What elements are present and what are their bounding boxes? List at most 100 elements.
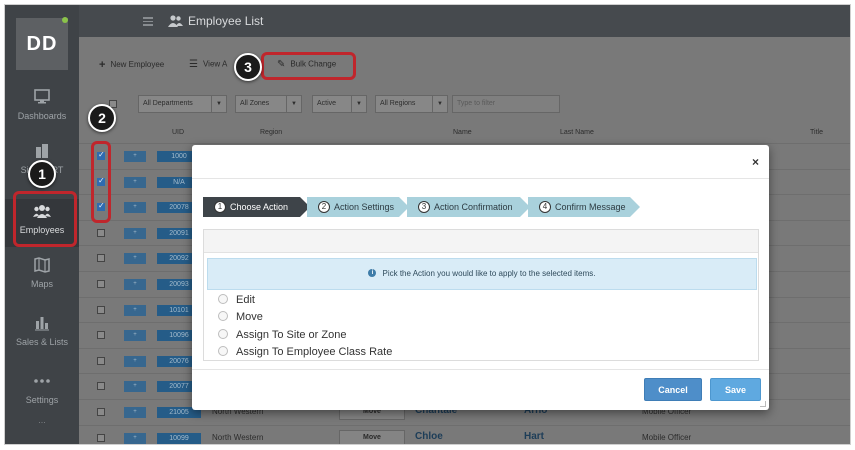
sidebar-item-sales-lists[interactable]: Sales & Lists bbox=[5, 315, 79, 363]
step-label: Choose Action bbox=[230, 202, 289, 212]
title-cell: Mobile Officer bbox=[642, 432, 692, 442]
info-icon: i bbox=[368, 268, 377, 277]
new-employee-label: New Employee bbox=[110, 60, 165, 70]
step-number: 4 bbox=[539, 200, 551, 213]
dialog-divider bbox=[192, 178, 769, 179]
action-panel: i Pick the Action you would like to apply… bbox=[203, 229, 759, 361]
row-checkbox[interactable] bbox=[97, 433, 105, 442]
region-cell: North Western bbox=[212, 432, 264, 442]
avatar[interactable]: DD bbox=[16, 18, 68, 70]
sidebar-item-maps[interactable]: Maps bbox=[5, 257, 79, 305]
bulk-change-dialog: × 1 Choose Action 2 Action Settings 3 Actio… bbox=[192, 145, 769, 410]
plus-icon: + bbox=[99, 59, 106, 71]
status-filter-value: Active bbox=[317, 100, 337, 107]
sidebar-item-label: Dashboards bbox=[17, 111, 67, 121]
new-employee-button[interactable]: + New Employee bbox=[99, 59, 164, 71]
chevron-down-icon: ▼ bbox=[286, 96, 301, 112]
zones-filter[interactable]: All Zones ▼ bbox=[235, 95, 302, 113]
departments-filter-value: All Departments bbox=[143, 100, 193, 107]
dialog-footer-divider bbox=[192, 369, 769, 370]
option-label: Edit bbox=[236, 294, 255, 306]
step-confirm-message[interactable]: 4 Confirm Message bbox=[528, 197, 640, 217]
filter-input[interactable]: Type to filter bbox=[452, 95, 560, 113]
move-button[interactable]: Move bbox=[339, 429, 405, 444]
expand-row-button[interactable]: + bbox=[124, 432, 146, 444]
row-checkbox[interactable] bbox=[97, 305, 105, 314]
last-name-link[interactable]: Hart bbox=[524, 431, 544, 442]
expand-row-button[interactable]: + bbox=[124, 176, 146, 188]
radio-button[interactable] bbox=[218, 311, 228, 322]
sidebar-item-label: Maps bbox=[30, 279, 53, 289]
step-number: 1 bbox=[214, 200, 226, 213]
row-checkbox[interactable] bbox=[97, 356, 105, 365]
expand-row-button[interactable]: + bbox=[124, 279, 146, 290]
list-icon: ☰ bbox=[189, 59, 198, 70]
step-label: Action Settings bbox=[334, 202, 395, 212]
step-action-confirmation[interactable]: 3 Action Confirmation bbox=[407, 197, 530, 217]
callout-highlight-checkboxes bbox=[91, 141, 111, 223]
column-header-name[interactable]: Name bbox=[453, 129, 472, 136]
users-icon bbox=[168, 15, 183, 27]
option-label: Assign To Site or Zone bbox=[236, 329, 347, 341]
action-option-assign-site-zone[interactable]: Assign To Site or Zone bbox=[218, 329, 346, 343]
callout-badge-3: 3 bbox=[234, 53, 262, 81]
expand-row-button[interactable]: + bbox=[124, 381, 146, 393]
radio-button[interactable] bbox=[218, 346, 228, 357]
column-header-last-name[interactable]: Last Name bbox=[560, 129, 594, 136]
page-title: Employee List bbox=[188, 14, 264, 28]
step-choose-action[interactable]: 1 Choose Action bbox=[203, 197, 310, 217]
sidebar-item-settings[interactable]: Settings bbox=[5, 373, 79, 421]
column-header-uid[interactable]: UID bbox=[172, 129, 184, 136]
sidebar-item-dashboards[interactable]: Dashboards bbox=[5, 89, 79, 137]
expand-row-button[interactable]: + bbox=[124, 253, 146, 265]
dots-icon bbox=[34, 379, 50, 383]
monitor-icon bbox=[34, 89, 50, 104]
action-option-edit[interactable]: Edit bbox=[218, 294, 255, 308]
option-label: Move bbox=[236, 311, 263, 323]
first-name-link[interactable]: Chloe bbox=[415, 431, 443, 442]
close-icon[interactable]: × bbox=[752, 155, 759, 169]
view-all-button[interactable]: ☰ View A bbox=[189, 59, 227, 70]
departments-filter[interactable]: All Departments ▼ bbox=[138, 95, 227, 113]
row-checkbox[interactable] bbox=[97, 382, 105, 391]
column-header-title[interactable]: Title bbox=[810, 129, 823, 136]
menu-toggle-icon[interactable] bbox=[143, 17, 153, 26]
cancel-button[interactable]: Cancel bbox=[644, 378, 702, 401]
expand-row-button[interactable]: + bbox=[124, 304, 146, 316]
expand-row-button[interactable]: + bbox=[124, 151, 146, 162]
resize-handle[interactable] bbox=[760, 401, 766, 407]
column-header-region[interactable]: Region bbox=[260, 129, 282, 136]
expand-row-button[interactable]: + bbox=[124, 227, 146, 239]
action-option-move[interactable]: Move bbox=[218, 311, 263, 325]
row-checkbox[interactable] bbox=[97, 408, 105, 416]
uid-badge[interactable]: 10099 bbox=[157, 432, 201, 444]
step-label: Action Confirmation bbox=[434, 202, 513, 212]
step-action-settings[interactable]: 2 Action Settings bbox=[307, 197, 409, 217]
chevron-down-icon: ▼ bbox=[211, 96, 226, 112]
radio-button[interactable] bbox=[218, 329, 228, 340]
sidebar-more[interactable]: ... bbox=[5, 415, 79, 425]
step-arrow bbox=[630, 197, 640, 217]
expand-row-button[interactable]: + bbox=[124, 202, 146, 214]
panel-header bbox=[204, 230, 758, 253]
row-checkbox[interactable] bbox=[97, 228, 105, 237]
row-checkbox[interactable] bbox=[97, 280, 105, 288]
row-checkbox[interactable] bbox=[97, 331, 105, 340]
action-option-assign-class-rate[interactable]: Assign To Employee Class Rate bbox=[218, 346, 392, 360]
save-button[interactable]: Save bbox=[710, 378, 761, 401]
expand-row-button[interactable]: + bbox=[124, 355, 146, 367]
sidebar-item-label: Sales & Lists bbox=[15, 337, 69, 347]
expand-row-button[interactable]: + bbox=[124, 330, 146, 342]
expand-row-button[interactable]: + bbox=[124, 407, 146, 418]
info-message: i Pick the Action you would like to apply… bbox=[207, 258, 757, 290]
regions-filter-value: All Regions bbox=[380, 100, 416, 107]
row-checkbox[interactable] bbox=[97, 254, 105, 263]
info-text: Pick the Action you would like to apply … bbox=[382, 269, 596, 278]
bar-chart-icon bbox=[35, 317, 49, 331]
table-row[interactable]: +10099 North Western Move Chloe Hart Mobile O… bbox=[79, 424, 850, 444]
option-label: Assign To Employee Class Rate bbox=[236, 346, 393, 358]
status-filter[interactable]: Active ▼ bbox=[312, 95, 367, 113]
radio-button[interactable] bbox=[218, 294, 228, 305]
regions-filter[interactable]: All Regions ▼ bbox=[375, 95, 448, 113]
callout-badge-1: 1 bbox=[28, 160, 56, 188]
